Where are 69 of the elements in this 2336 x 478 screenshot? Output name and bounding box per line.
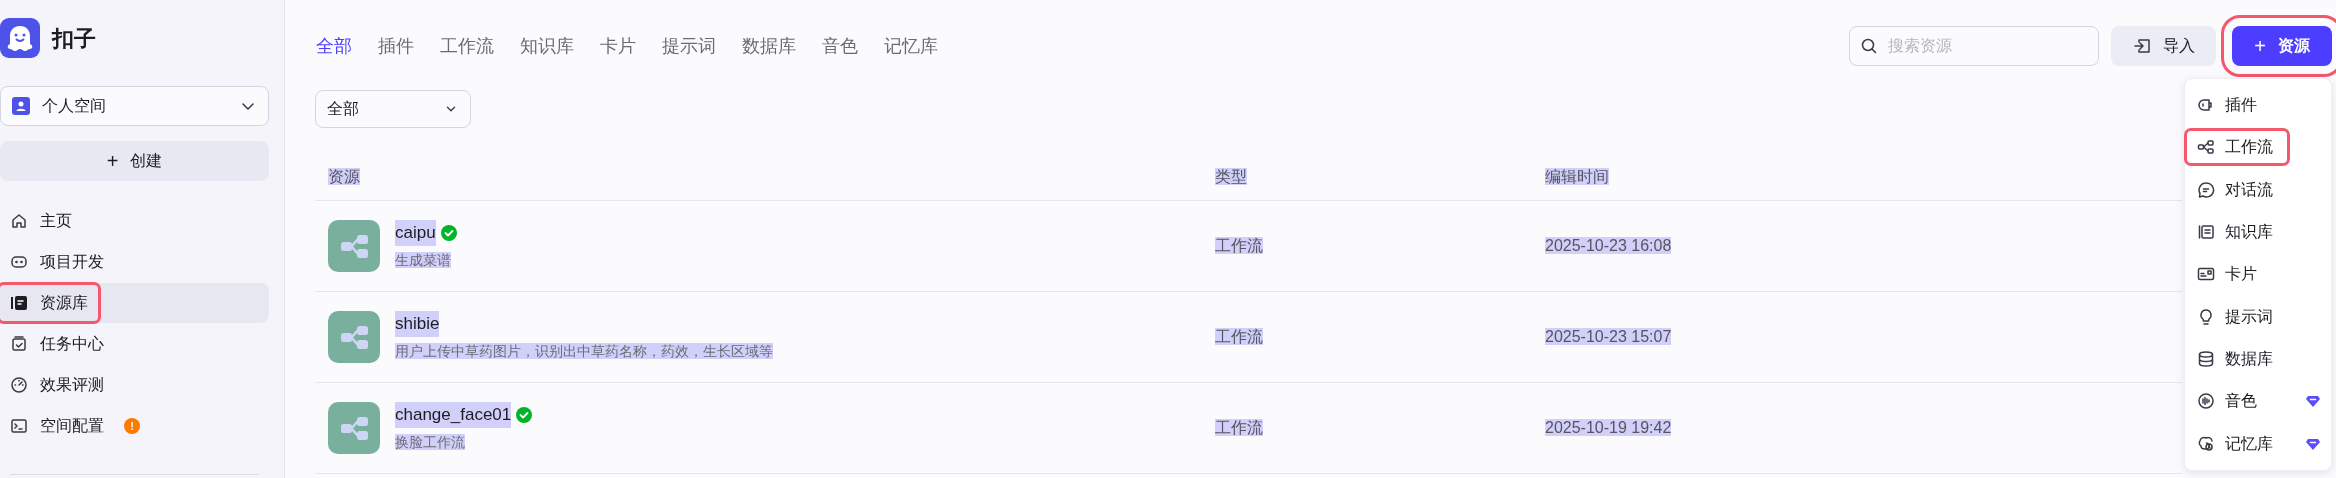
menu-item[interactable]: 对话流 bbox=[2187, 168, 2329, 211]
resource-name[interactable]: caipu bbox=[395, 220, 436, 246]
menu-item[interactable]: 音色 bbox=[2187, 380, 2329, 423]
column-header: 资源 bbox=[328, 167, 360, 185]
chat-bubble-icon bbox=[2197, 180, 2215, 199]
nav-item[interactable]: 空间配置 ! bbox=[0, 406, 269, 446]
resource-description: 换脸工作流 bbox=[395, 433, 465, 450]
nav-item[interactable]: 任务中心 bbox=[0, 324, 269, 364]
tab[interactable]: 卡片 bbox=[600, 32, 636, 60]
table-cell: 2025-10-19 19:42 bbox=[1545, 419, 1672, 436]
tab[interactable]: 知识库 bbox=[520, 32, 574, 60]
tab[interactable]: 记忆库 bbox=[884, 32, 938, 60]
database-icon bbox=[2197, 350, 2215, 369]
tab[interactable]: 音色 bbox=[822, 32, 858, 60]
search-field[interactable]: 搜索资源 bbox=[1849, 26, 2099, 66]
table-cell: 工作流 bbox=[1215, 237, 1263, 254]
tab[interactable]: 工作流 bbox=[440, 32, 494, 60]
workflow-icon bbox=[328, 220, 380, 272]
menu-item[interactable]: 插件 bbox=[2187, 84, 2329, 127]
app-name: 扣子 bbox=[52, 24, 96, 53]
tab[interactable]: 全部 bbox=[316, 32, 352, 60]
menu-item[interactable]: 知识库 bbox=[2187, 211, 2329, 254]
gauge-icon bbox=[10, 376, 28, 394]
resource-description: 用户上传中草药图片，识别出中草药名称，药效，生长区域等 bbox=[395, 342, 773, 359]
filter-dropdown[interactable]: 全部 bbox=[315, 90, 471, 128]
tab[interactable]: 数据库 bbox=[742, 32, 796, 60]
nav-item[interactable]: 资源库 bbox=[0, 283, 269, 323]
workflow-icon bbox=[2197, 138, 2215, 157]
table-cell: 工作流 bbox=[1215, 419, 1263, 436]
menu-item[interactable]: 工作流 bbox=[2187, 126, 2329, 169]
tab[interactable]: 提示词 bbox=[662, 32, 716, 60]
user-avatar-icon bbox=[12, 97, 30, 115]
resource-name[interactable]: change_face01 bbox=[395, 402, 512, 428]
table-cell: 工作流 bbox=[1215, 328, 1263, 345]
library-icon bbox=[10, 294, 28, 312]
space-selector[interactable]: 个人空间 bbox=[0, 86, 269, 126]
import-icon bbox=[2132, 37, 2151, 55]
gamepad-icon bbox=[10, 253, 28, 271]
book-icon bbox=[2197, 223, 2215, 242]
task-icon bbox=[10, 335, 28, 353]
workflow-icon bbox=[328, 311, 380, 363]
table-row[interactable]: change_face01 换脸工作流 工作流 2025-10-19 19:42 bbox=[315, 383, 2182, 474]
table-cell: 2025-10-23 15:07 bbox=[1545, 328, 1672, 345]
search-icon bbox=[1860, 37, 1878, 55]
resource-name[interactable]: shibie bbox=[395, 311, 440, 337]
menu-item[interactable]: 卡片 bbox=[2187, 253, 2329, 296]
home-icon bbox=[10, 212, 28, 230]
nav-item[interactable]: 主页 bbox=[0, 201, 269, 241]
nav-item[interactable]: 效果评测 bbox=[0, 365, 269, 405]
resource-description: 生成菜谱 bbox=[395, 251, 451, 268]
create-button[interactable]: + 创建 bbox=[0, 141, 269, 181]
table-row[interactable]: caipu 生成菜谱 工作流 2025-10-23 16:08 bbox=[315, 201, 2182, 292]
column-header: 类型 bbox=[1215, 167, 1247, 185]
brain-icon bbox=[2197, 434, 2215, 453]
column-header: 编辑时间 bbox=[1545, 167, 1609, 185]
audio-wave-icon bbox=[2197, 392, 2215, 411]
table-cell: 2025-10-23 16:08 bbox=[1545, 237, 1672, 254]
add-resource-button[interactable]: + 资源 bbox=[2232, 26, 2332, 66]
tab[interactable]: 插件 bbox=[378, 32, 414, 60]
lightbulb-icon bbox=[2197, 307, 2215, 326]
import-button[interactable]: 导入 bbox=[2111, 26, 2216, 66]
menu-item[interactable]: 记忆库 bbox=[2187, 422, 2329, 465]
table-row[interactable]: shibie 用户上传中草药图片，识别出中草药名称，药效，生长区域等 工作流 2025-10-23 15:07 bbox=[315, 292, 2182, 383]
menu-item[interactable]: 数据库 bbox=[2187, 337, 2329, 381]
nav-item[interactable]: 项目开发 bbox=[0, 242, 269, 282]
terminal-icon bbox=[10, 417, 28, 435]
menu-item[interactable]: 提示词 bbox=[2187, 295, 2329, 338]
alert-badge: ! bbox=[124, 418, 140, 434]
workflow-icon bbox=[328, 402, 380, 454]
